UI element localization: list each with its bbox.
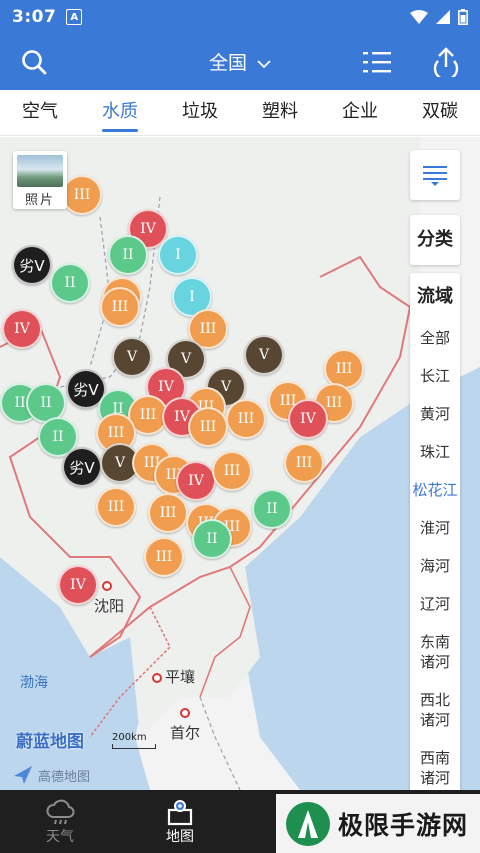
tab-carbon[interactable]: 双碳	[400, 90, 480, 135]
filter-button[interactable]	[410, 150, 460, 200]
water-quality-marker[interactable]: IV	[176, 461, 216, 501]
basin-list: 流域 全部 长江 黄河 珠江 松花江 淮河 海河 辽河 东南诸河 西北诸河 西南…	[410, 273, 460, 790]
watermark: 极限手游网	[276, 794, 480, 853]
basin-item-southwest-label: 西南诸河	[419, 749, 450, 787]
status-time: 3:07	[12, 7, 57, 27]
water-quality-marker[interactable]: IV	[288, 399, 328, 439]
sea-bohai: 渤海	[20, 675, 48, 691]
chevron-down-icon[interactable]	[257, 59, 271, 69]
wifi-icon	[410, 10, 428, 24]
water-quality-marker[interactable]: III	[144, 537, 184, 577]
basin-item-pearl[interactable]: 珠江	[410, 433, 460, 471]
map-pin-icon	[167, 800, 193, 826]
tab-enterprise[interactable]: 企业	[320, 90, 400, 135]
city-dot-icon	[180, 708, 190, 718]
city-dot-icon	[102, 581, 112, 591]
photo-button[interactable]: 照片	[13, 151, 67, 209]
map-view[interactable]: IIIIVIII劣VIIIIIIIVIIIIIIVVVIII劣VIIIIIVVI…	[0, 137, 480, 790]
classify-label: 分类	[417, 229, 453, 250]
water-quality-marker[interactable]: IV	[2, 309, 42, 349]
battery-icon	[458, 9, 468, 25]
basin-item-hai[interactable]: 海河	[410, 547, 460, 585]
water-quality-marker[interactable]: II	[108, 235, 148, 275]
water-quality-marker[interactable]: 劣V	[62, 447, 102, 487]
scale-bar	[112, 744, 156, 749]
tab-plastic[interactable]: 塑料	[240, 90, 320, 135]
basin-item-all[interactable]: 全部	[410, 319, 460, 357]
city-seoul: 首尔	[170, 708, 200, 743]
water-quality-marker[interactable]: III	[212, 451, 252, 491]
basin-item-southeast[interactable]: 东南诸河	[410, 623, 460, 681]
classify-button[interactable]: 分类	[410, 215, 460, 265]
photo-thumbnail	[17, 155, 63, 187]
basin-item-liao[interactable]: 辽河	[410, 585, 460, 623]
water-quality-marker[interactable]: 劣V	[12, 245, 52, 285]
search-icon[interactable]	[16, 44, 52, 80]
scale-label: 200km	[112, 732, 147, 743]
tab-garbage[interactable]: 垃圾	[160, 90, 240, 135]
share-icon[interactable]	[428, 44, 464, 80]
watermark-logo-icon	[286, 801, 330, 846]
status-bar: 3:07 A	[0, 0, 480, 34]
signal-icon	[436, 10, 450, 24]
side-panel: 分类 流域 全部 长江 黄河 珠江 松花江 淮河 海河 辽河 东南诸河 西北诸河…	[410, 215, 460, 790]
filter-icon	[423, 166, 447, 186]
basin-item-northwest[interactable]: 西北诸河	[410, 681, 460, 739]
basin-item-southeast-label: 东南诸河	[419, 633, 450, 671]
map-provider: 高德地图	[12, 764, 90, 786]
water-quality-marker[interactable]: IV	[58, 565, 98, 605]
city-shenyang: 沈阳	[94, 581, 124, 616]
water-quality-marker[interactable]: V	[112, 337, 152, 377]
tab-air[interactable]: 空气	[0, 90, 80, 135]
water-quality-marker[interactable]: III	[226, 399, 266, 439]
nav-weather-label: 天气	[46, 829, 74, 845]
nav-weather[interactable]: 天气	[0, 790, 120, 853]
navigation-arrow-icon	[14, 766, 32, 784]
map-scale: 200km	[112, 732, 156, 749]
water-quality-marker[interactable]: II	[192, 519, 232, 559]
tab-water[interactable]: 水质	[80, 90, 160, 135]
water-quality-marker[interactable]: I	[158, 235, 198, 275]
category-tabs: 空气 水质 垃圾 塑料 企业 双碳	[0, 90, 480, 136]
brand-logo: 蔚蓝地图	[16, 732, 84, 752]
basin-item-songhua[interactable]: 松花江	[410, 471, 460, 509]
app-bar: 全国	[0, 34, 480, 90]
watermark-text: 极限手游网	[338, 810, 469, 840]
basin-item-northwest-label: 西北诸河	[419, 691, 450, 729]
list-icon[interactable]	[359, 44, 395, 80]
basin-item-huai[interactable]: 淮河	[410, 509, 460, 547]
water-quality-marker[interactable]: III	[148, 493, 188, 533]
region-selector[interactable]: 全国	[0, 48, 480, 75]
basin-item-yangtze[interactable]: 长江	[410, 357, 460, 395]
basin-heading: 流域	[417, 286, 453, 307]
provider-label: 高德地图	[38, 769, 91, 785]
status-icons	[410, 9, 468, 25]
city-dot-icon	[152, 672, 162, 683]
basin-item-yellow[interactable]: 黄河	[410, 395, 460, 433]
water-quality-marker[interactable]: III	[96, 487, 136, 527]
basin-item-southwest[interactable]: 西南诸河	[410, 739, 460, 790]
region-label[interactable]: 全国	[209, 52, 247, 74]
water-quality-marker[interactable]: III	[284, 443, 324, 483]
weather-icon	[46, 799, 75, 825]
water-quality-marker[interactable]: V	[244, 335, 284, 375]
water-quality-marker[interactable]: III	[188, 407, 228, 447]
notification-icon: A	[66, 9, 83, 25]
nav-map[interactable]: 地图	[120, 790, 240, 853]
photo-label: 照片	[24, 193, 55, 208]
water-quality-marker[interactable]: II	[50, 263, 90, 303]
city-pyongyang: 平壤	[152, 666, 195, 687]
water-quality-marker[interactable]: III	[62, 175, 102, 215]
water-quality-marker[interactable]: II	[252, 489, 292, 529]
nav-map-label: 地图	[166, 829, 194, 845]
water-quality-marker[interactable]: III	[100, 287, 140, 327]
